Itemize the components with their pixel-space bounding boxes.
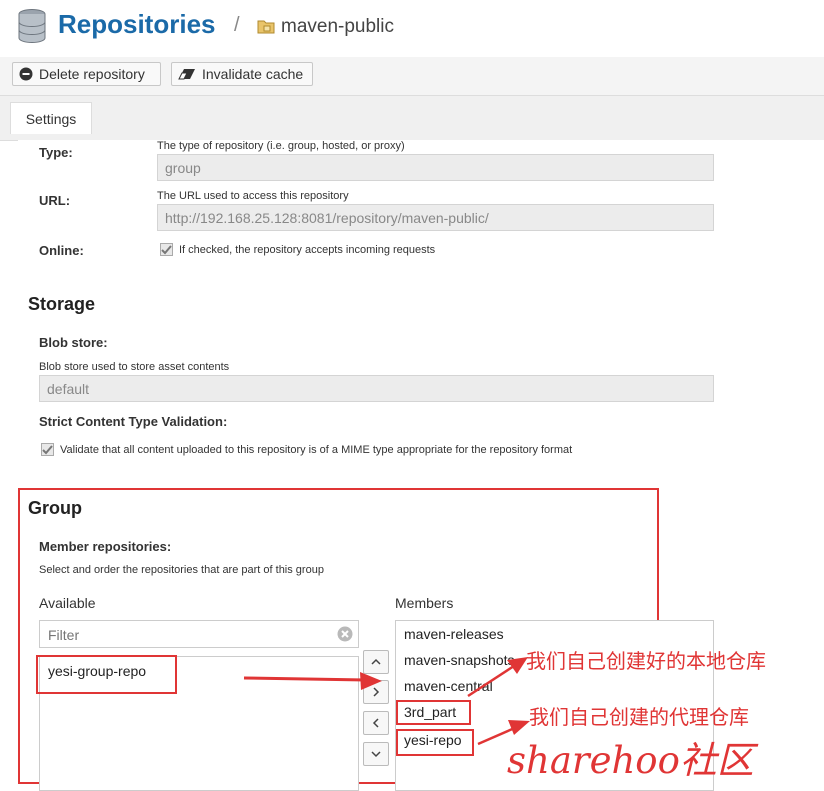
local-repo-annotation: 我们自己创建好的本地仓库 — [526, 649, 766, 673]
proxy-repo-annotation: 我们自己创建的代理仓库 — [529, 705, 749, 729]
arrow-to-members-button — [243, 672, 382, 690]
watermark-text: sharehoo社区 — [507, 739, 754, 782]
arrow-to-local-repo — [467, 657, 528, 698]
